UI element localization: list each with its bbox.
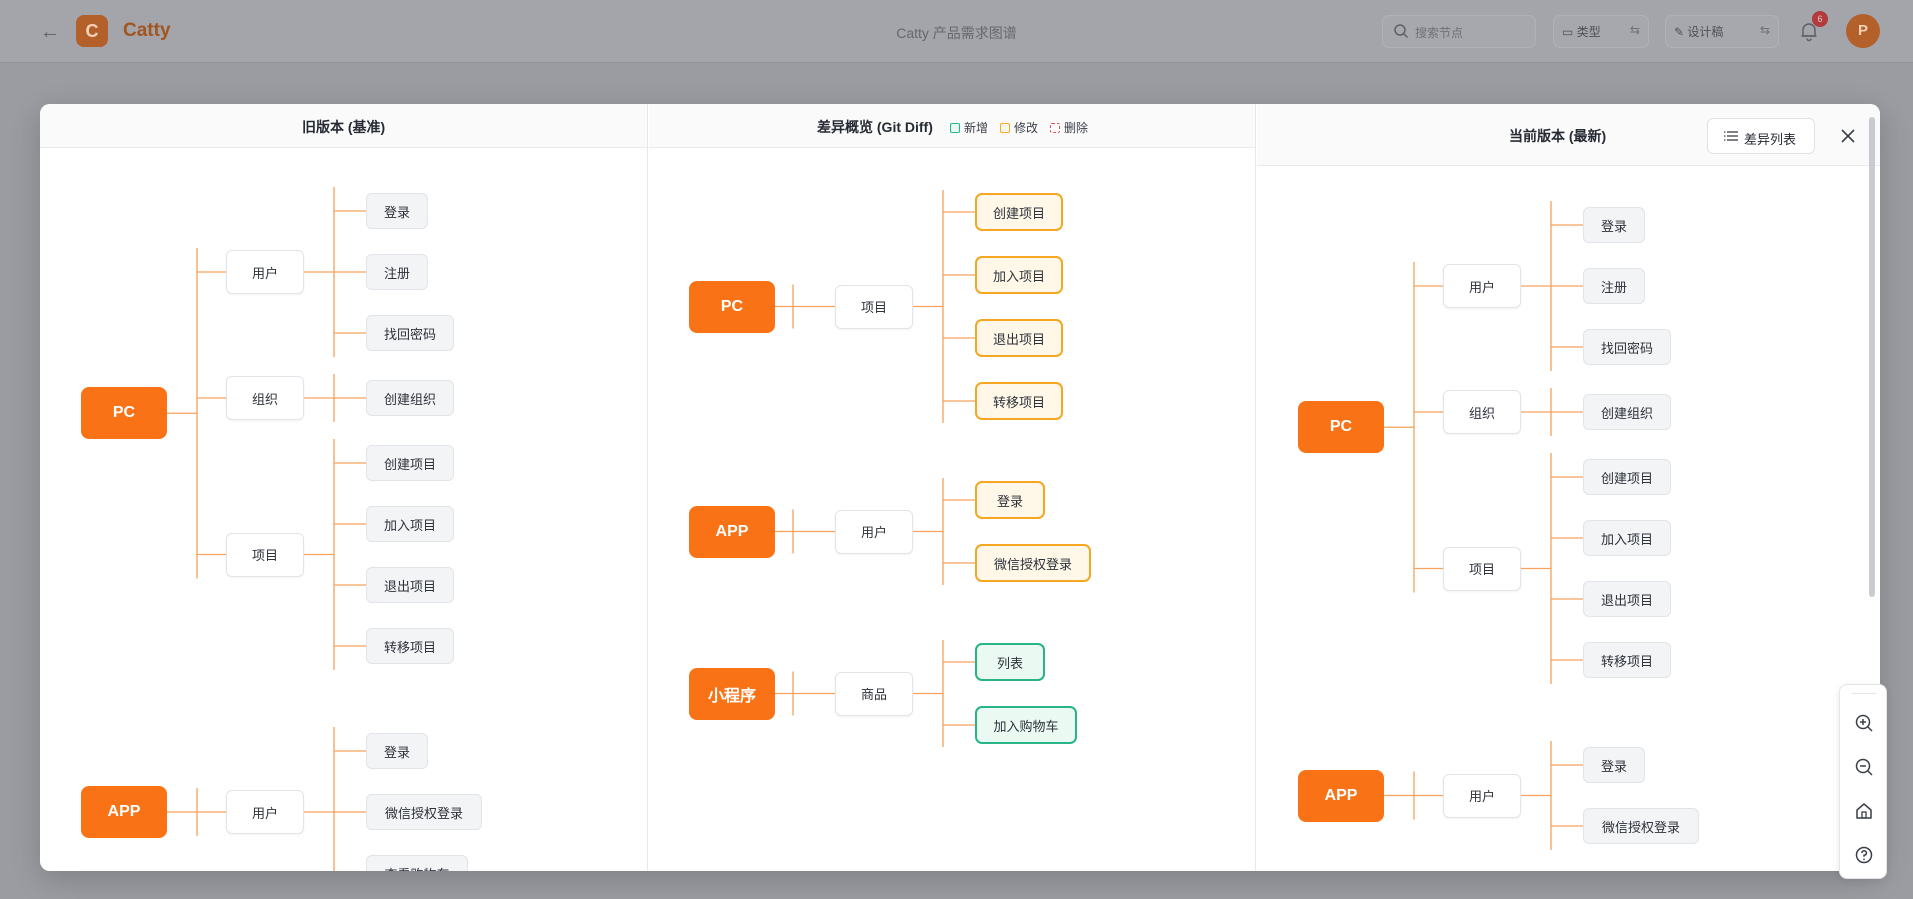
current-version-header: 当前版本 (最新) 差异列表 [1257,104,1880,166]
leaf-node[interactable]: 退出项目 [1583,581,1671,617]
notification-badge: 6 [1812,11,1828,27]
branch-node[interactable]: 用户 [226,250,304,294]
leaf-node[interactable]: 登录 [366,193,428,229]
leaf-node[interactable]: 找回密码 [366,315,454,351]
diff-list-button[interactable]: 差异列表 [1707,118,1815,154]
diff-overview-panel: 差异概览 (Git Diff) 新增 修改 删除 创建项目加入项目退出项目转移项… [649,104,1256,871]
version-compare-modal: 旧版本 (基准) 登录 注册 找回密码 用户 创建组织 组织 创建项目 加入项目 退出项目 转移项… [40,104,1880,871]
root-node[interactable]: APP [1298,769,1384,822]
root-node[interactable]: PC [1298,401,1384,454]
leaf-node[interactable]: 退出项目 [975,319,1063,357]
branch-node[interactable]: 用户 [226,790,304,834]
leaf-node[interactable]: 登录 [1583,207,1645,243]
deleted-swatch-icon [1050,122,1061,133]
leaf-node[interactable]: 微信授权登录 [1583,808,1699,844]
modal-scrollbar[interactable] [1869,117,1875,597]
search-placeholder: 搜索节点 [1415,26,1464,40]
zoom-toolbar [1839,684,1887,879]
home-icon[interactable] [1852,799,1876,823]
branch-node[interactable]: 用户 [1443,773,1521,818]
leaf-node[interactable]: 创建项目 [1583,459,1671,495]
zoom-in-icon[interactable] [1852,711,1876,735]
design-mode-toggle-icon[interactable]: ⇆ [1760,23,1770,37]
modified-swatch-icon [1000,122,1011,133]
branch-node[interactable]: 用户 [835,509,913,554]
leaf-node[interactable]: 注册 [1583,268,1645,304]
help-icon[interactable] [1852,843,1876,867]
current-version-panel: 当前版本 (最新) 差异列表 登录 注册 找回密码 用户 创建组织 组织 创建项目 加入项目退… [1257,104,1880,871]
branch-node[interactable]: 组织 [226,376,304,420]
diff-overview-title: 差异概览 (Git Diff) [817,119,933,135]
zoom-out-icon[interactable] [1852,755,1876,779]
leaf-node[interactable]: 创建项目 [366,445,454,481]
leaf-node[interactable]: 退出项目 [366,567,454,603]
zoom-toolbar-divider [1852,693,1876,694]
user-avatar[interactable]: P [1846,14,1880,48]
legend-modified-label: 修改 [1014,121,1039,135]
old-version-header: 旧版本 (基准) [40,104,647,148]
root-node[interactable]: APP [689,505,775,558]
mindmap-links [167,187,366,871]
legend-deleted: 删除 [1050,119,1088,136]
leaf-node[interactable]: 加入项目 [366,506,454,542]
legend-added: 新增 [950,119,988,136]
list-icon [1724,131,1738,141]
branch-node[interactable]: 组织 [1443,390,1521,434]
branch-node[interactable]: 项目 [226,532,304,577]
old-version-title: 旧版本 (基准) [302,119,386,135]
leaf-node[interactable]: 加入项目 [1583,520,1671,556]
added-swatch-icon [950,122,960,133]
branch-node[interactable]: 用户 [1443,264,1521,308]
leaf-node[interactable]: 微信授权登录 [366,794,482,830]
app-header: ← C Catty Catty 产品需求图谱 搜索节点 ▭ 类型 ⇆ ✎ 设计稿… [0,0,1913,63]
leaf-node[interactable]: 登录 [975,481,1045,519]
root-node[interactable]: PC [689,280,775,333]
legend-added-label: 新增 [964,121,989,135]
root-node[interactable]: APP [81,786,167,838]
leaf-node[interactable]: 列表 [975,643,1045,681]
leaf-node[interactable]: 加入购物车 [975,706,1077,744]
leaf-node[interactable]: 转移项目 [366,628,454,664]
design-mode-label: 设计稿 [1687,25,1724,39]
type-mode-toggle-icon[interactable]: ⇆ [1630,23,1640,37]
leaf-node[interactable]: 创建项目 [975,193,1063,231]
type-mode-button[interactable]: ▭ 类型 [1562,23,1601,40]
diff-overview-header: 差异概览 (Git Diff) 新增 修改 删除 [649,104,1255,148]
leaf-node[interactable]: 创建组织 [366,380,454,416]
design-mode-button[interactable]: ✎ 设计稿 [1674,23,1723,40]
leaf-node[interactable]: 创建组织 [1583,394,1671,430]
design-mode-toggle[interactable]: ✎ 设计稿 ⇆ [1665,15,1779,48]
diff-legend: 新增 修改 删除 [950,119,1088,136]
leaf-node[interactable]: 登录 [1583,747,1645,783]
mindmap-links [1384,201,1583,850]
old-version-panel: 旧版本 (基准) 登录 注册 找回密码 用户 创建组织 组织 创建项目 加入项目 退出项目 转移项… [40,104,648,871]
legend-deleted-label: 删除 [1064,121,1089,135]
diff-list-label: 差异列表 [1744,132,1797,147]
leaf-node[interactable]: 转移项目 [1583,642,1671,678]
branch-node[interactable]: 项目 [835,284,913,329]
current-version-title: 当前版本 (最新) [1509,128,1607,144]
root-node[interactable]: PC [81,387,167,440]
close-icon[interactable] [1834,122,1862,150]
root-node[interactable]: 小程序 [689,667,775,720]
node-search-input[interactable]: 搜索节点 [1382,15,1536,48]
leaf-node[interactable]: 登录 [366,733,428,769]
leaf-node[interactable]: 转移项目 [975,382,1063,420]
leaf-node[interactable]: 查看购物车 [366,855,468,871]
leaf-node[interactable]: 注册 [366,254,428,290]
type-mode-label: 类型 [1576,25,1601,39]
search-icon [1394,24,1409,39]
leaf-node[interactable]: 加入项目 [975,256,1063,294]
legend-modified: 修改 [1000,119,1038,136]
leaf-node[interactable]: 找回密码 [1583,329,1671,365]
branch-node[interactable]: 项目 [1443,546,1521,591]
type-mode-toggle[interactable]: ▭ 类型 ⇆ [1553,15,1649,48]
branch-node[interactable]: 商品 [835,671,913,716]
leaf-node[interactable]: 微信授权登录 [975,544,1091,582]
